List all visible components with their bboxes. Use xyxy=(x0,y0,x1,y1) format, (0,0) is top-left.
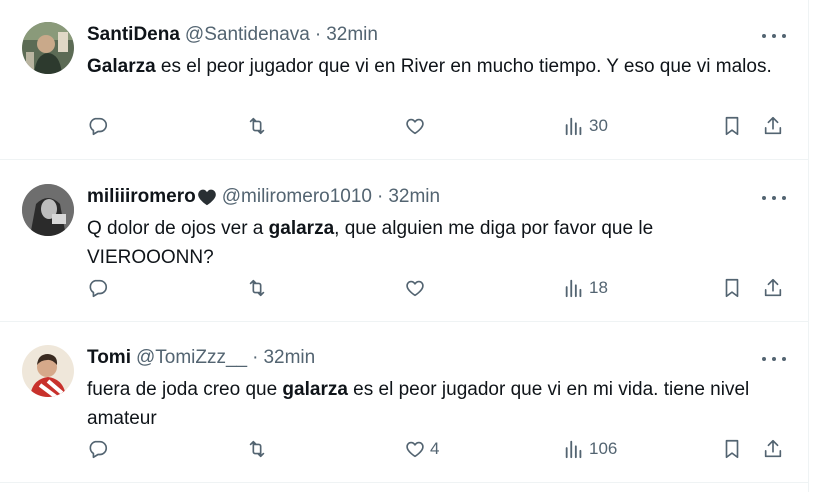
like-button[interactable]: 4 xyxy=(404,437,439,461)
retweet-icon xyxy=(249,117,265,135)
handle[interactable]: @Santidenava xyxy=(185,24,310,46)
text-part: es el peor jugador que vi en River en mu… xyxy=(155,56,772,77)
views-count: 18 xyxy=(589,278,608,297)
share-button[interactable] xyxy=(762,114,784,138)
more-icon[interactable] xyxy=(762,28,786,44)
like-icon xyxy=(406,441,424,458)
retweet-icon xyxy=(249,440,265,458)
more-icon[interactable] xyxy=(762,190,786,206)
share-icon xyxy=(764,116,782,135)
timestamp[interactable]: 32min xyxy=(263,347,315,369)
highlighted-term: galarza xyxy=(268,218,335,239)
like-count: 4 xyxy=(430,439,440,458)
views-count: 30 xyxy=(589,116,608,135)
action-bar: 18 xyxy=(0,274,808,302)
text-part: fuera de joda creo que xyxy=(87,379,283,400)
display-name[interactable]: Tomi xyxy=(87,347,131,369)
retweet-icon xyxy=(249,279,265,297)
highlighted-term: galarza xyxy=(282,379,348,400)
reply-button[interactable] xyxy=(87,437,113,461)
display-name-text: miliiiromero xyxy=(87,186,196,207)
retweet-button[interactable] xyxy=(246,114,272,138)
retweet-button[interactable] xyxy=(246,437,272,461)
views-icon xyxy=(565,279,582,298)
bookmark-button[interactable] xyxy=(721,114,743,138)
views-count: 106 xyxy=(589,439,618,458)
tweet-text: Q dolor de ojos ver a galarza, que algui… xyxy=(87,214,777,272)
column-border xyxy=(808,0,809,492)
views-button[interactable]: 30 xyxy=(563,114,608,138)
like-button[interactable] xyxy=(404,276,430,300)
reply-button[interactable] xyxy=(87,114,113,138)
like-icon xyxy=(406,280,424,297)
separator: · xyxy=(314,24,322,45)
reply-icon xyxy=(89,440,108,459)
bookmark-button[interactable] xyxy=(721,437,743,461)
views-icon xyxy=(565,440,582,459)
highlighted-term: Galarza xyxy=(87,56,156,77)
timestamp[interactable]: 32min xyxy=(388,186,440,208)
separator: · xyxy=(252,347,259,368)
separator: · xyxy=(376,186,384,207)
more-icon[interactable] xyxy=(762,351,786,367)
black-heart-icon xyxy=(197,189,216,206)
views-icon xyxy=(565,117,582,136)
retweet-button[interactable] xyxy=(246,276,272,300)
action-bar: 4 106 xyxy=(0,435,808,463)
bookmark-button[interactable] xyxy=(721,276,743,300)
handle[interactable]: @TomiZzz__ xyxy=(136,347,247,369)
tweet[interactable]: Tomi @TomiZzz__ · 32min fuera de joda cr… xyxy=(0,323,808,483)
timestamp[interactable]: 32min xyxy=(326,24,378,46)
bookmark-icon xyxy=(725,439,739,459)
action-bar: 30 xyxy=(0,112,808,140)
tweet-text: Galarza es el peor jugador que vi en Riv… xyxy=(87,52,777,81)
share-icon xyxy=(764,278,782,297)
display-name[interactable]: miliiiromero xyxy=(87,186,217,208)
tweet-text: fuera de joda creo que galarza es el peo… xyxy=(87,375,777,433)
bookmark-icon xyxy=(725,116,739,136)
share-icon xyxy=(764,439,782,458)
views-button[interactable]: 18 xyxy=(563,276,608,300)
reply-icon xyxy=(89,279,108,298)
reply-icon xyxy=(89,117,108,136)
share-button[interactable] xyxy=(762,276,784,300)
handle[interactable]: @miliromero1010 xyxy=(222,186,372,208)
text-part: Q dolor de ojos ver a xyxy=(87,218,269,239)
avatar[interactable] xyxy=(22,184,74,236)
bookmark-icon xyxy=(725,278,739,298)
display-name[interactable]: SantiDena xyxy=(87,24,180,46)
tweet[interactable]: miliiiromero @miliromero1010 · 32min Q d… xyxy=(0,162,808,322)
tweet[interactable]: SantiDena @Santidenava · 32min Galarza e… xyxy=(0,0,808,160)
reply-button[interactable] xyxy=(87,276,113,300)
like-icon xyxy=(406,118,424,135)
avatar[interactable] xyxy=(22,22,74,74)
like-button[interactable] xyxy=(404,114,430,138)
share-button[interactable] xyxy=(762,437,784,461)
views-button[interactable]: 106 xyxy=(563,437,617,461)
avatar[interactable] xyxy=(22,345,74,397)
